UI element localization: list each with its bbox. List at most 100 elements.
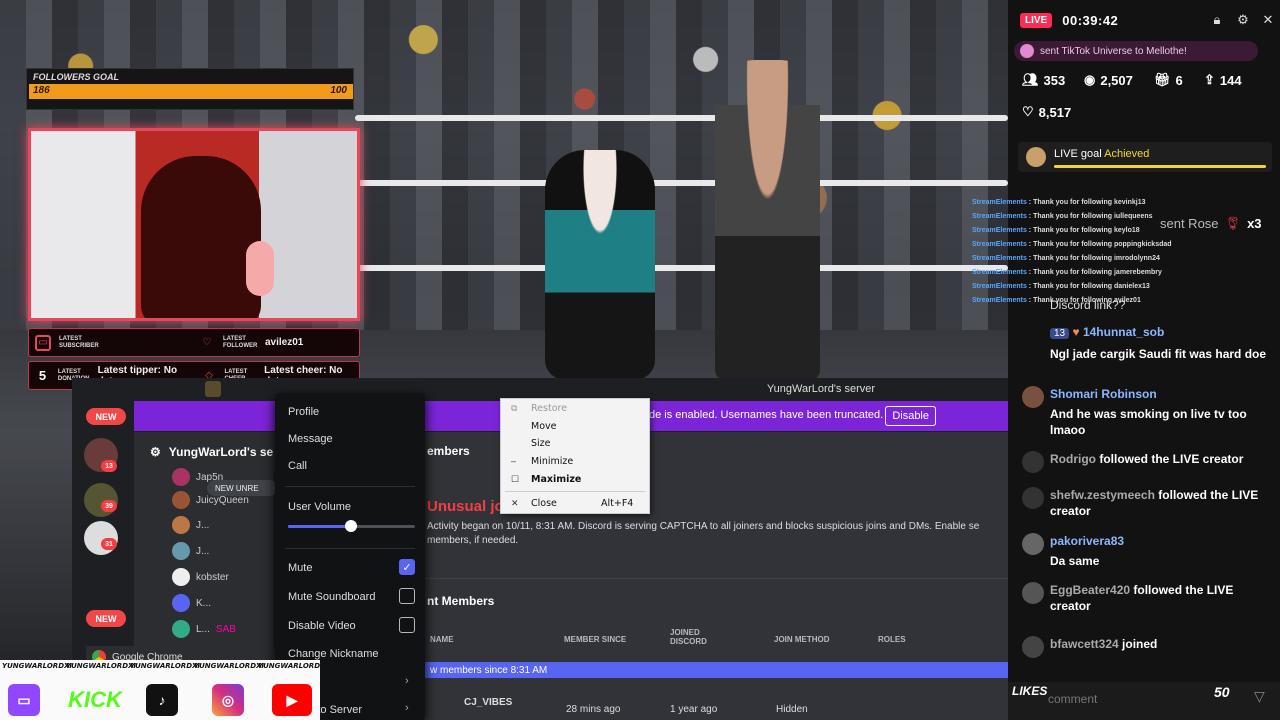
se-alert: StreamElements : Thank you for following… <box>972 241 1172 248</box>
se-alert: StreamElements : Thank you for following… <box>972 213 1153 220</box>
member-item[interactable]: J... <box>172 516 209 534</box>
live-goal-bar[interactable]: LIVE goal Achieved <box>1018 142 1272 172</box>
likes-count: ♡ 8,517 <box>1022 104 1072 120</box>
restore-icon: ⧉ <box>511 403 518 413</box>
menu-move[interactable]: Move <box>531 421 556 432</box>
handle-text: YUNGWARLORDXI <box>258 662 328 670</box>
chat-text: And he was smoking on live tv too lmaoo <box>1050 407 1247 437</box>
menu-disable-video[interactable]: Disable Video <box>288 620 356 632</box>
chat-user[interactable]: Rodrigo <box>1050 452 1096 466</box>
col-member-since[interactable]: MEMBER SINCE <box>564 635 626 644</box>
menu-message[interactable]: Message <box>288 433 333 445</box>
chat-text: Ngl jade cargik Saudi fit was hard doe <box>1050 347 1267 361</box>
member-tag: SAB <box>215 623 236 635</box>
streamer-figure <box>141 156 261 318</box>
people-icon: 👥︎ <box>1022 72 1039 87</box>
recent-members-title: nt Members <box>427 594 495 608</box>
referee-figure <box>715 60 820 380</box>
menu-minimize[interactable]: Minimize <box>531 456 573 467</box>
comment-bar[interactable]: LIKES comment 50 ▽ <box>1008 682 1280 720</box>
new-pill[interactable]: NEW <box>86 408 126 425</box>
avatar <box>1020 44 1034 58</box>
menu-mute[interactable]: Mute <box>288 562 312 574</box>
close-shortcut: Alt+F4 <box>601 498 634 509</box>
col-join-method[interactable]: JOIN METHOD <box>774 635 830 644</box>
se-alert: StreamElements : Thank you for following… <box>972 283 1150 290</box>
chat-message: 13 ♥ 14hunnat_sob Ngl jade cargik Saudi … <box>1022 324 1274 368</box>
goal-status: Achieved <box>1104 148 1150 160</box>
live-timer: 00:39:42 <box>1062 12 1119 28</box>
menu-close[interactable]: Close <box>531 498 557 509</box>
disable-video-checkbox[interactable] <box>399 617 415 633</box>
chat-user[interactable]: pakorivera83 <box>1050 534 1124 548</box>
live-badge: LIVE <box>1020 12 1053 28</box>
avatar <box>1022 636 1044 658</box>
menu-size[interactable]: Size <box>531 438 551 449</box>
member-item[interactable]: K... <box>172 594 211 612</box>
maximize-icon: ☐ <box>511 474 520 484</box>
chat-user[interactable]: 14hunnat_sob <box>1083 325 1164 339</box>
rose-icon: 🌹︎ <box>1224 216 1242 231</box>
col-name[interactable]: NAME <box>430 635 454 644</box>
col-roles[interactable]: ROLES <box>878 635 906 644</box>
avatar <box>1022 451 1044 473</box>
filter-icon[interactable]: ▽ <box>1254 688 1265 705</box>
close-icon[interactable]: ✕ <box>1261 13 1275 27</box>
ring-rope <box>355 180 1008 186</box>
menu-mute-soundboard[interactable]: Mute Soundboard <box>288 591 375 603</box>
chat-user[interactable]: bfawcett324 <box>1050 637 1119 651</box>
member-item[interactable]: kobster <box>172 568 229 586</box>
heart-badge-icon: ♥ <box>1072 325 1080 339</box>
new-pill[interactable]: NEW <box>86 610 126 627</box>
gear-icon[interactable]: ⚙ <box>1236 13 1250 27</box>
se-alert: StreamElements : Thank you for following… <box>972 269 1162 276</box>
avatar <box>1022 487 1044 509</box>
chat-user[interactable]: EggBeater420 <box>1050 583 1130 597</box>
gift-count: 🎁︎ 6 <box>1154 72 1183 88</box>
member-item[interactable]: J... <box>172 542 209 560</box>
mute-checkbox[interactable]: ✓ <box>399 559 415 575</box>
tiktok-live-panel: LIVE 00:39:42 🔒︎ ⚙ ✕ sent TikTok Univers… <box>972 0 1280 720</box>
user-volume-slider[interactable] <box>288 520 415 532</box>
member-item[interactable]: L... SAB <box>172 620 236 638</box>
webcam-frame <box>28 128 360 321</box>
col-joined-discord[interactable]: JOINED DISCORD <box>670 628 730 646</box>
menu-call[interactable]: Call <box>288 460 307 472</box>
disable-button[interactable]: Disable <box>885 406 936 426</box>
handle-text: YUNGWARLORDXI <box>130 662 200 670</box>
gift-icon: 🎁︎ <box>1154 72 1171 87</box>
latest-sub-follower-box: ▭ LATEST SUBSCRIBER ♡ LATEST FOLLOWER av… <box>28 328 360 357</box>
menu-change-nickname[interactable]: Change Nickname <box>288 648 379 660</box>
window-titlebar[interactable]: YungWarLord's server <box>72 378 1008 400</box>
menu-profile[interactable]: Profile <box>288 406 319 418</box>
kick-logo: KICK <box>68 687 122 712</box>
goal-progress <box>1054 165 1266 168</box>
chat-event: Rodrigo followed the LIVE creator <box>1022 451 1274 473</box>
mute-soundboard-checkbox[interactable] <box>399 588 415 604</box>
event-text: joined <box>1122 637 1158 651</box>
menu-maximize[interactable]: Maximize <box>531 474 581 485</box>
member-name: K... <box>196 597 212 609</box>
twitch-icon: ▭ <box>8 684 40 716</box>
chat-event: bfawcett324 joined <box>1022 636 1274 658</box>
chat-user[interactable]: Shomari Robinson <box>1050 387 1157 401</box>
row-name[interactable]: CJ_VIBES <box>464 697 512 708</box>
handle-text: YUNGWARLORDXI <box>194 662 264 670</box>
lock-icon[interactable]: 🔒︎ <box>1210 13 1224 27</box>
goal-current: 186 <box>33 85 50 96</box>
se-alert: StreamElements : Thank you for following… <box>972 255 1160 262</box>
user-volume-label: User Volume <box>288 501 351 513</box>
menu-restore[interactable]: Restore <box>531 403 567 414</box>
chat-user[interactable]: shefw.zestymeech <box>1050 488 1155 502</box>
window-system-menu: ⧉ Restore Move Size – Minimize ☐ Maximiz… <box>500 398 650 514</box>
socials-bar: YUNGWARLORDXI YUNGWARLORDXI YUNGWARLORDX… <box>0 660 328 720</box>
slider-handle[interactable] <box>345 520 357 532</box>
mention-badge: 39 <box>101 500 117 512</box>
new-unreads-pill[interactable]: NEW UNRE <box>207 480 277 496</box>
mention-badge: 31 <box>101 538 117 550</box>
instagram-icon: ◎ <box>212 684 244 716</box>
microphone <box>246 241 274 296</box>
server-icon <box>204 381 221 397</box>
comment-input[interactable]: comment <box>1048 692 1097 706</box>
rose-text: sent Rose <box>1160 216 1219 231</box>
